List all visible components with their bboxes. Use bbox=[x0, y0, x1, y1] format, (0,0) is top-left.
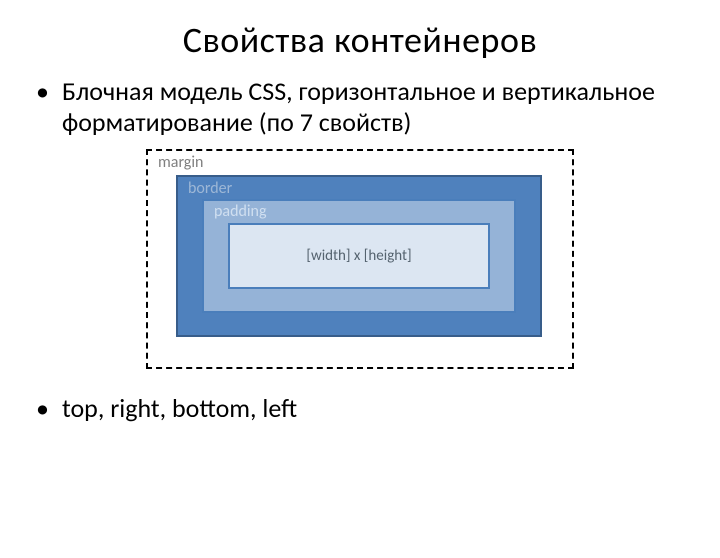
padding-box: padding [width] x [height] bbox=[202, 199, 516, 313]
content-box: [width] x [height] bbox=[228, 223, 490, 289]
box-model-diagram: margin border padding [width] x [height] bbox=[0, 149, 720, 369]
content-label: [width] x [height] bbox=[306, 247, 411, 265]
margin-box: margin border padding [width] x [height] bbox=[146, 149, 574, 369]
slide-title: Свойства контейнеров bbox=[0, 18, 720, 62]
margin-label: margin bbox=[158, 153, 203, 172]
bullet-item-1: Блочная модель CSS, горизонтальное и вер… bbox=[36, 76, 720, 137]
bullet-list-2: top, right, bottom, left bbox=[36, 393, 720, 424]
padding-label: padding bbox=[214, 202, 267, 221]
bullet-item-2: top, right, bottom, left bbox=[36, 393, 720, 424]
border-label: border bbox=[188, 179, 232, 198]
bullet-list-1: Блочная модель CSS, горизонтальное и вер… bbox=[36, 76, 720, 137]
slide: Свойства контейнеров Блочная модель CSS,… bbox=[0, 18, 720, 558]
border-box: border padding [width] x [height] bbox=[176, 175, 542, 337]
